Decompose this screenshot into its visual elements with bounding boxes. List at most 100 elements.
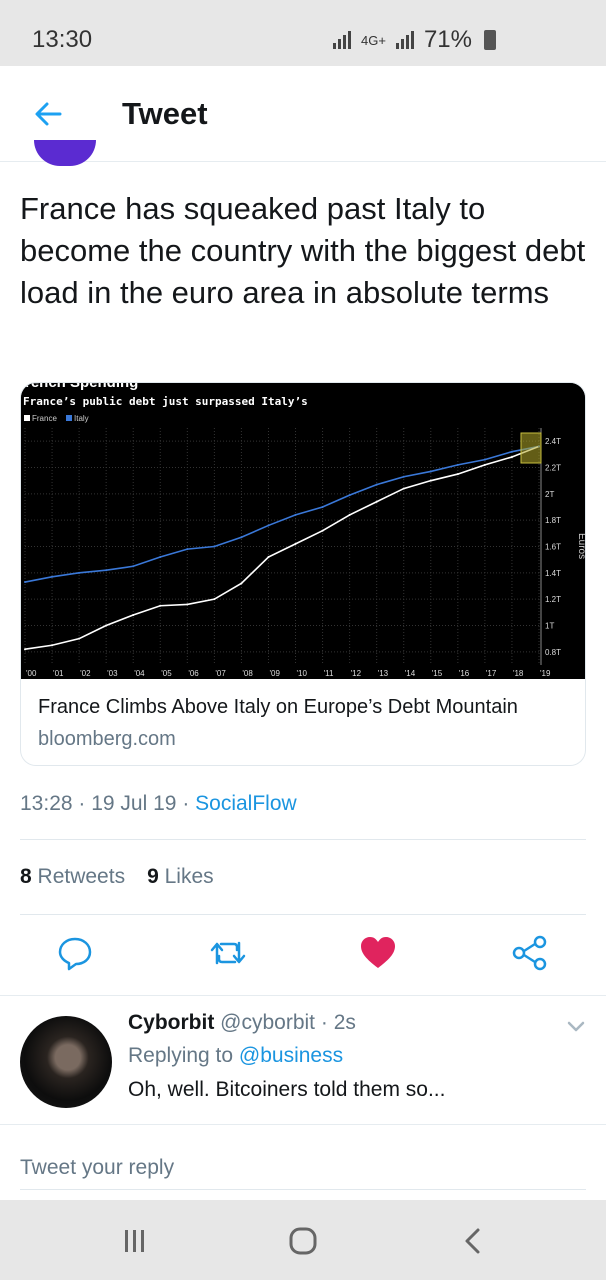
page-title: Tweet bbox=[122, 96, 208, 131]
tweet-source-link[interactable]: SocialFlow bbox=[195, 792, 297, 815]
legend-label-italy: Italy bbox=[74, 414, 89, 423]
x-tick-label: '19 bbox=[540, 669, 551, 678]
data-point-france bbox=[105, 624, 108, 627]
data-point-italy bbox=[510, 450, 513, 453]
legend-label-france: France bbox=[32, 414, 57, 423]
reply-input[interactable] bbox=[20, 1146, 586, 1190]
reply-composer bbox=[0, 1126, 606, 1200]
x-tick-label: '11 bbox=[324, 669, 334, 678]
y-tick-label: 1.2T bbox=[545, 595, 561, 604]
data-point-italy bbox=[456, 463, 459, 466]
likes-count: 9 bbox=[147, 865, 159, 888]
y-axis-label: Euros bbox=[576, 533, 586, 559]
data-point-italy bbox=[132, 565, 135, 568]
back-icon[interactable] bbox=[458, 1226, 488, 1256]
data-point-france bbox=[213, 598, 216, 601]
divider bbox=[20, 839, 586, 840]
data-point-italy bbox=[294, 513, 297, 516]
system-navigation-bar bbox=[0, 1200, 606, 1280]
retweet-icon[interactable] bbox=[208, 933, 248, 973]
tweet-date: 19 Jul 19 bbox=[91, 792, 177, 815]
reply-avatar[interactable] bbox=[20, 1016, 112, 1108]
likes-stat[interactable]: 9 Likes bbox=[147, 865, 214, 889]
data-point-france bbox=[510, 455, 513, 458]
y-tick-label: 2.4T bbox=[545, 437, 561, 446]
home-icon[interactable] bbox=[288, 1226, 318, 1256]
battery-icon bbox=[484, 30, 496, 50]
x-tick-label: '15 bbox=[432, 669, 443, 678]
legend-swatch-france bbox=[24, 415, 30, 421]
x-tick-label: '06 bbox=[188, 669, 199, 678]
data-point-france bbox=[348, 513, 351, 516]
tweet-text: France has squeaked past Italy to become… bbox=[20, 191, 586, 310]
data-point-italy bbox=[375, 483, 378, 486]
reply-header: Cyborbit @cyborbit · 2s bbox=[128, 1011, 356, 1035]
retweets-label: Retweets bbox=[37, 865, 126, 888]
divider bbox=[20, 914, 586, 915]
x-tick-label: '03 bbox=[107, 669, 118, 678]
data-point-france bbox=[267, 556, 270, 559]
y-tick-label: 1.4T bbox=[545, 569, 561, 578]
y-tick-label: 0.8T bbox=[545, 648, 561, 657]
y-tick-label: 1.8T bbox=[545, 516, 561, 525]
data-point-italy bbox=[348, 494, 351, 497]
data-point-italy bbox=[483, 458, 486, 461]
data-point-italy bbox=[321, 506, 324, 508]
y-tick-label: 1T bbox=[545, 622, 554, 631]
data-point-france bbox=[240, 582, 243, 585]
data-point-france bbox=[402, 487, 405, 490]
x-tick-label: '00 bbox=[26, 669, 37, 678]
x-tick-label: '14 bbox=[405, 669, 416, 678]
card-domain: bloomberg.com bbox=[38, 728, 176, 750]
data-point-italy bbox=[429, 470, 432, 473]
status-bar: 13:30 4G+ 71% bbox=[0, 0, 606, 66]
likes-label: Likes bbox=[164, 865, 214, 888]
x-tick-label: '18 bbox=[513, 669, 524, 678]
signal-icon-2 bbox=[395, 31, 414, 49]
data-point-italy bbox=[51, 575, 54, 578]
recent-apps-icon[interactable] bbox=[120, 1226, 150, 1256]
x-tick-label: '17 bbox=[486, 669, 497, 678]
reply-item[interactable]: Cyborbit @cyborbit · 2s Replying to @bus… bbox=[0, 995, 606, 1125]
back-arrow-icon[interactable] bbox=[30, 96, 66, 132]
network-type: 4G+ bbox=[361, 32, 386, 48]
x-tick-label: '12 bbox=[351, 669, 362, 678]
chevron-down-icon[interactable] bbox=[566, 1016, 586, 1036]
reply-author-name[interactable]: Cyborbit bbox=[128, 1011, 214, 1034]
link-card[interactable]: rench Spending France’s public debt just… bbox=[20, 382, 586, 766]
retweets-count: 8 bbox=[20, 865, 32, 888]
replying-to: Replying to @business bbox=[128, 1044, 343, 1068]
y-tick-label: 1.6T bbox=[545, 543, 561, 552]
tweet-action-bar bbox=[0, 925, 606, 985]
x-tick-label: '10 bbox=[297, 669, 308, 678]
status-indicators: 4G+ 71% bbox=[331, 26, 496, 54]
data-point-france bbox=[375, 500, 378, 503]
data-point-italy bbox=[78, 571, 81, 574]
chart-title: rench Spending bbox=[25, 383, 138, 391]
tweet-time: 13:28 bbox=[20, 792, 73, 815]
card-title: France Climbs Above Italy on Europe’s De… bbox=[38, 696, 518, 718]
retweets-stat[interactable]: 8 Retweets bbox=[20, 865, 125, 889]
data-point-france bbox=[456, 473, 459, 476]
like-heart-icon[interactable] bbox=[358, 933, 398, 973]
battery-level: 71% bbox=[423, 26, 472, 53]
x-tick-label: '04 bbox=[134, 669, 145, 678]
reply-time: · 2s bbox=[320, 1011, 356, 1034]
highlight-box bbox=[520, 432, 542, 464]
data-point-italy bbox=[267, 524, 270, 527]
data-point-france bbox=[159, 604, 162, 607]
replying-to-mention[interactable]: @business bbox=[239, 1044, 343, 1067]
y-tick-label: 2.2T bbox=[545, 464, 561, 473]
signal-icon bbox=[333, 31, 352, 49]
reply-icon[interactable] bbox=[55, 933, 95, 973]
y-tick-label: 2T bbox=[545, 490, 554, 499]
author-avatar[interactable] bbox=[34, 140, 96, 166]
data-point-france bbox=[24, 648, 26, 651]
separator-dot: · bbox=[78, 792, 92, 815]
share-icon[interactable] bbox=[510, 933, 550, 973]
data-point-france bbox=[132, 613, 135, 616]
data-point-france bbox=[294, 542, 297, 545]
data-point-france bbox=[51, 644, 54, 647]
reply-text: Oh, well. Bitcoiners told them so... bbox=[128, 1078, 446, 1101]
separator-dot: · bbox=[182, 792, 196, 815]
